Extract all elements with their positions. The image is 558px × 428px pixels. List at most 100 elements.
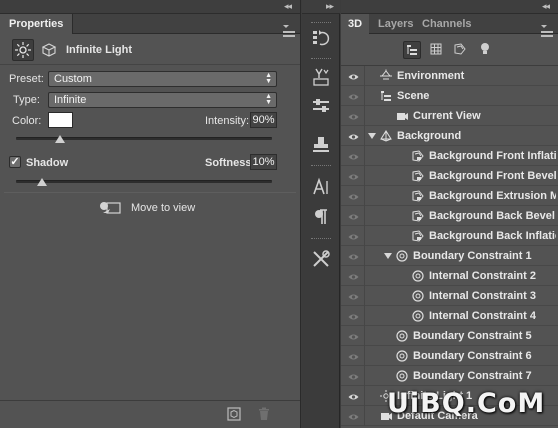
tab-layers[interactable]: Layers: [371, 14, 420, 34]
updown-arrows-icon: ▲ ▼: [265, 72, 272, 85]
preset-dropdown[interactable]: Custom ▲ ▼: [48, 71, 277, 87]
visibility-toggle[interactable]: [341, 386, 365, 406]
visibility-toggle[interactable]: [341, 106, 365, 126]
visibility-toggle[interactable]: [341, 406, 365, 426]
visibility-toggle[interactable]: [341, 306, 365, 326]
visibility-toggle[interactable]: [341, 86, 365, 106]
visibility-toggle[interactable]: [341, 146, 365, 166]
visibility-toggle[interactable]: [341, 246, 365, 266]
history-button[interactable]: [310, 27, 332, 49]
clone-source-button[interactable]: [310, 134, 332, 156]
tree-row[interactable]: Scene: [341, 86, 558, 106]
tree-row-label: Background Extrusion Ma...: [429, 190, 556, 202]
tab-properties[interactable]: Properties: [0, 14, 74, 34]
tree-row[interactable]: Internal Constraint 3: [341, 286, 558, 306]
render-button[interactable]: [227, 407, 241, 421]
tree-row[interactable]: Boundary Constraint 1: [341, 246, 558, 266]
move-to-view-button[interactable]: Move to view: [98, 199, 198, 217]
light-properties-button[interactable]: [12, 39, 34, 61]
tab-3d[interactable]: 3D: [341, 14, 370, 34]
tree-row[interactable]: Boundary Constraint 7: [341, 366, 558, 386]
expand-triangle-icon[interactable]: [384, 253, 392, 259]
scene-icon: [379, 89, 393, 103]
tree-row-label: Boundary Constraint 1: [413, 250, 532, 262]
visibility-toggle[interactable]: [341, 286, 365, 306]
constraint-icon: [395, 249, 409, 263]
tree-row[interactable]: Background Back Inflation...: [341, 226, 558, 246]
tree-row[interactable]: Background Back Bevel M...: [341, 206, 558, 226]
material-icon: [411, 189, 425, 203]
softness-slider-thumb[interactable]: [36, 178, 47, 186]
properties-tab-bar: Properties: [0, 14, 300, 37]
visibility-toggle[interactable]: [341, 266, 365, 286]
material-icon: [411, 229, 425, 243]
properties-footer: [0, 400, 300, 428]
filter-meshes-button[interactable]: [428, 41, 446, 59]
eye-icon: [348, 392, 359, 400]
color-label: Color:: [12, 115, 42, 127]
tree-row[interactable]: Boundary Constraint 6: [341, 346, 558, 366]
visibility-toggle[interactable]: [341, 166, 365, 186]
tree-row[interactable]: Boundary Constraint 5: [341, 326, 558, 346]
tree-row[interactable]: Internal Constraint 2: [341, 266, 558, 286]
collapse-panel-button[interactable]: ◂◂: [284, 1, 292, 12]
tree-row-label: Background Front Bevel M...: [429, 170, 556, 182]
visibility-toggle[interactable]: [341, 126, 365, 146]
softness-field[interactable]: 10%: [250, 154, 277, 170]
visibility-toggle[interactable]: [341, 186, 365, 206]
tree-row-label: Internal Constraint 3: [429, 290, 536, 302]
light-color-swatch[interactable]: [48, 112, 73, 128]
delete-button[interactable]: [257, 407, 271, 421]
adjustments-button[interactable]: [310, 96, 332, 118]
shadow-checkbox[interactable]: ✓: [9, 156, 21, 168]
filter-whole-scene-button[interactable]: [403, 41, 421, 59]
collapse-panel-button[interactable]: ◂◂: [542, 1, 550, 12]
move-to-view-label: Move to view: [131, 202, 196, 214]
tool-presets-button[interactable]: [310, 248, 332, 270]
panel-menu-icon[interactable]: [541, 19, 553, 37]
tree-row[interactable]: Background Front Bevel M...: [341, 166, 558, 186]
tree-row-label: Background: [397, 130, 462, 142]
coordinates-button[interactable]: [41, 42, 57, 58]
tab-channels[interactable]: Channels: [415, 14, 479, 34]
tree-row[interactable]: Background Front Inflatio...: [341, 146, 558, 166]
light-name: Infinite Light: [66, 44, 132, 56]
tree-row[interactable]: Current View: [341, 106, 558, 126]
tree-row[interactable]: Environment: [341, 66, 558, 86]
visibility-toggle[interactable]: [341, 326, 365, 346]
tree-row-label: Internal Constraint 4: [429, 310, 536, 322]
paragraph-button[interactable]: [310, 206, 332, 228]
eye-icon: [348, 332, 359, 340]
trash-icon: [259, 407, 269, 420]
visibility-toggle[interactable]: [341, 66, 365, 86]
tree-row-label: Internal Constraint 2: [429, 270, 536, 282]
panel-menu-icon[interactable]: [283, 19, 295, 37]
visibility-toggle[interactable]: [341, 206, 365, 226]
tree-row[interactable]: Background: [341, 126, 558, 146]
tree-row-label: Scene: [397, 90, 430, 102]
visibility-toggle[interactable]: [341, 226, 365, 246]
sun-icon: [15, 42, 31, 58]
eye-icon: [348, 412, 359, 420]
paragraph-icon: [315, 209, 327, 224]
expand-panels-button[interactable]: ▸▸: [326, 1, 334, 12]
constraint-icon: [411, 269, 425, 283]
expand-triangle-icon[interactable]: [368, 133, 376, 139]
eye-icon: [348, 312, 359, 320]
softness-slider[interactable]: [16, 180, 272, 183]
type-dropdown[interactable]: Infinite ▲ ▼: [48, 92, 277, 108]
material-icon: [411, 169, 425, 183]
filter-lights-button[interactable]: [477, 41, 495, 59]
scene-filter-icon: [407, 45, 417, 55]
visibility-toggle[interactable]: [341, 366, 365, 386]
intensity-slider-thumb[interactable]: [54, 135, 65, 143]
filter-materials-button[interactable]: [452, 41, 470, 59]
character-button[interactable]: [310, 176, 332, 198]
mesh-icon: [379, 129, 393, 143]
visibility-toggle[interactable]: [341, 346, 365, 366]
intensity-field[interactable]: 90%: [250, 112, 277, 128]
light-filter-icon: [481, 43, 489, 54]
tree-row[interactable]: Background Extrusion Ma...: [341, 186, 558, 206]
3d-panel-button[interactable]: [310, 66, 332, 88]
tree-row[interactable]: Internal Constraint 4: [341, 306, 558, 326]
